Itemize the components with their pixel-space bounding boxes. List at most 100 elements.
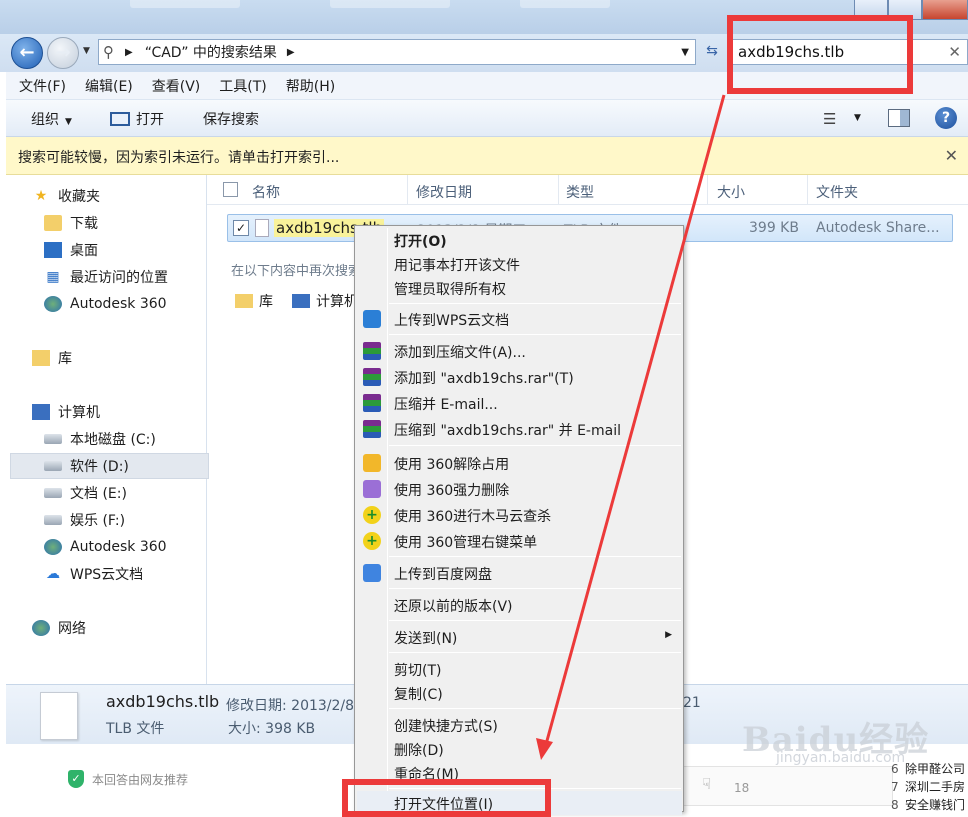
sidebar-item-recent[interactable]: ▦ 最近访问的位置 [44, 264, 243, 290]
info-bar-text[interactable]: 搜索可能较慢，因为索引未运行。请单击打开索引... [18, 147, 339, 167]
menu-item-upload-baidu[interactable]: 上传到百度网盘 [357, 561, 682, 585]
search-again-label: 在以下内容中再次搜索: [231, 264, 366, 279]
menu-item-open-notepad[interactable]: 用记事本打开该文件 [357, 252, 682, 276]
recommend-note: ✓ 本回答由网友推荐 [68, 770, 188, 788]
menu-view[interactable]: 查看(V) [152, 76, 201, 96]
menu-item-360-scan[interactable]: + 使用 360进行木马云查杀 [357, 503, 682, 527]
row-checkbox[interactable]: ✓ [233, 220, 249, 236]
sidebar-item-autodesk-favorite[interactable]: Autodesk 360 [44, 291, 243, 317]
sidebar-item-label: WPS云文档 [70, 567, 144, 583]
address-dropdown-icon[interactable]: ▼ [681, 47, 689, 58]
column-folder[interactable]: 文件夹 [816, 182, 858, 202]
breadcrumb-chevron-icon[interactable]: ▶ [287, 47, 295, 58]
column-divider[interactable] [407, 175, 408, 205]
menu-item-add-rar[interactable]: 添加到 "axdb19chs.rar"(T) [357, 365, 682, 389]
menu-item-add-archive[interactable]: 添加到压缩文件(A)... [357, 339, 682, 363]
menu-item-label: 添加到 "axdb19chs.rar"(T) [394, 371, 574, 387]
details-file-type: TLB 文件 [106, 721, 165, 737]
open-button[interactable]: 打开 [110, 109, 164, 129]
sidebar-item-autodesk-pc[interactable]: Autodesk 360 [44, 534, 243, 560]
file-thumbnail-icon [40, 692, 78, 740]
recent-pages-dropdown[interactable]: ▼ [83, 46, 90, 56]
sidebar-item-wps-cloud[interactable]: ☁ WPS云文档 [44, 561, 243, 587]
recommend-text: 本回答由网友推荐 [92, 772, 189, 787]
sidebar-item-libraries[interactable]: 库 [32, 345, 231, 371]
clear-search-icon[interactable]: ✕ [948, 43, 961, 61]
close-window-button[interactable] [922, 0, 968, 20]
forward-button[interactable]: → [47, 37, 79, 69]
menu-help[interactable]: 帮助(H) [286, 76, 335, 96]
refresh-icon[interactable]: ⇆ [701, 43, 723, 63]
menu-item-360-delete[interactable]: 使用 360强力删除 [357, 477, 682, 501]
menu-item-take-ownership[interactable]: 管理员取得所有权 [357, 276, 682, 300]
sidebar-item-drive-f[interactable]: 娱乐 (F:) [44, 507, 243, 533]
sidebar-item-favorites[interactable]: ★ 收藏夹 [32, 183, 231, 209]
menu-tools[interactable]: 工具(T) [219, 76, 266, 96]
menu-item-label: 复制(C) [394, 687, 443, 703]
menu-item-label: 压缩到 "axdb19chs.rar" 并 E-mail [394, 423, 621, 439]
sidebar-item-drive-e[interactable]: 文档 (E:) [44, 480, 243, 506]
index-info-bar[interactable]: 搜索可能较慢，因为索引未运行。请单击打开索引... ✕ [6, 137, 968, 175]
menu-item-label: 使用 360管理右键菜单 [394, 535, 538, 551]
menu-item-open[interactable]: 打开(O) [357, 228, 682, 252]
organize-button[interactable]: 组织 ▼ [31, 109, 72, 129]
menu-item-delete[interactable]: 删除(D) [357, 737, 682, 761]
menu-item-360-menu[interactable]: + 使用 360管理右键菜单 [357, 529, 682, 553]
select-all-checkbox[interactable] [223, 182, 238, 197]
list-item[interactable]: 7 深圳二手房 [891, 778, 965, 796]
shield-check-icon: ✓ [68, 770, 84, 788]
sidebar-item-desktop[interactable]: 桌面 [44, 237, 243, 263]
antivirus-360-icon: + [363, 532, 381, 550]
help-icon[interactable]: ? [935, 107, 957, 129]
view-options-dropdown[interactable]: ▼ [854, 113, 861, 123]
list-item[interactable]: 8 安全赚钱门 [891, 796, 965, 814]
menu-item-create-shortcut[interactable]: 创建快捷方式(S) [357, 713, 682, 737]
back-button[interactable]: ← [11, 37, 43, 69]
sidebar-item-label: 下载 [70, 216, 98, 232]
column-divider[interactable] [558, 175, 559, 205]
menu-item-label: 使用 360进行木马云查杀 [394, 509, 552, 525]
preview-pane-icon[interactable] [888, 109, 910, 127]
column-divider[interactable] [807, 175, 808, 205]
sidebar-item-label: 计算机 [58, 405, 100, 421]
menu-item-label: 使用 360强力删除 [394, 483, 510, 499]
file-icon [255, 219, 269, 237]
menu-item-360-unlock[interactable]: 使用 360解除占用 [357, 451, 682, 475]
close-icon[interactable]: ✕ [945, 146, 958, 165]
view-details-icon[interactable]: ☰ [823, 110, 836, 128]
column-size[interactable]: 大小 [717, 182, 745, 202]
thumbs-down-icon[interactable]: ☟ [702, 775, 711, 793]
menu-item-copy[interactable]: 复制(C) [357, 681, 682, 705]
breadcrumb[interactable]: “CAD” 中的搜索结果 [145, 42, 277, 62]
sidebar-item-downloads[interactable]: 下载 [44, 210, 243, 236]
search-again-libraries[interactable]: 库 [235, 291, 273, 311]
save-search-button[interactable]: 保存搜索 [203, 109, 259, 129]
sidebar-item-drive-c[interactable]: 本地磁盘 (C:) [44, 426, 243, 452]
menu-item-restore[interactable]: 还原以前的版本(V) [357, 593, 682, 617]
menu-item-send-to[interactable]: 发送到(N) ▶ [357, 625, 682, 649]
menu-separator [389, 652, 681, 653]
menu-item-cut[interactable]: 剪切(T) [357, 657, 682, 681]
sidebar-item-computer[interactable]: 计算机 [32, 399, 231, 425]
column-type[interactable]: 类型 [566, 182, 594, 202]
menu-item-compress-rar-email[interactable]: 压缩到 "axdb19chs.rar" 并 E-mail [357, 417, 682, 441]
menu-file[interactable]: 文件(F) [19, 76, 66, 96]
library-icon [235, 294, 253, 308]
column-divider[interactable] [707, 175, 708, 205]
menu-edit[interactable]: 编辑(E) [85, 76, 133, 96]
menu-item-upload-wps[interactable]: 上传到WPS云文档 [357, 307, 682, 331]
breadcrumb-chevron-icon[interactable]: ▶ [125, 47, 133, 58]
sidebar-item-label: 网络 [58, 621, 86, 637]
related-list: 6 除甲醛公司 7 深圳二手房 8 安全赚钱门 [891, 760, 965, 814]
vote-box[interactable]: ☟ 18 [683, 766, 893, 806]
star-icon: ★ [34, 188, 48, 204]
sidebar-item-network[interactable]: 网络 [32, 615, 231, 641]
background-tab [330, 0, 450, 8]
menu-item-compress-email[interactable]: 压缩并 E-mail... [357, 391, 682, 415]
sidebar-item-label: 软件 (D:) [70, 459, 129, 475]
column-name[interactable]: 名称 [252, 182, 280, 202]
column-modified[interactable]: 修改日期 [416, 182, 472, 202]
sidebar-item-drive-d[interactable]: 软件 (D:) [10, 453, 209, 479]
search-again-computer[interactable]: 计算机 [292, 291, 358, 311]
address-bar[interactable]: ⚲ ▶ “CAD” 中的搜索结果 ▶ ▼ [98, 39, 696, 65]
